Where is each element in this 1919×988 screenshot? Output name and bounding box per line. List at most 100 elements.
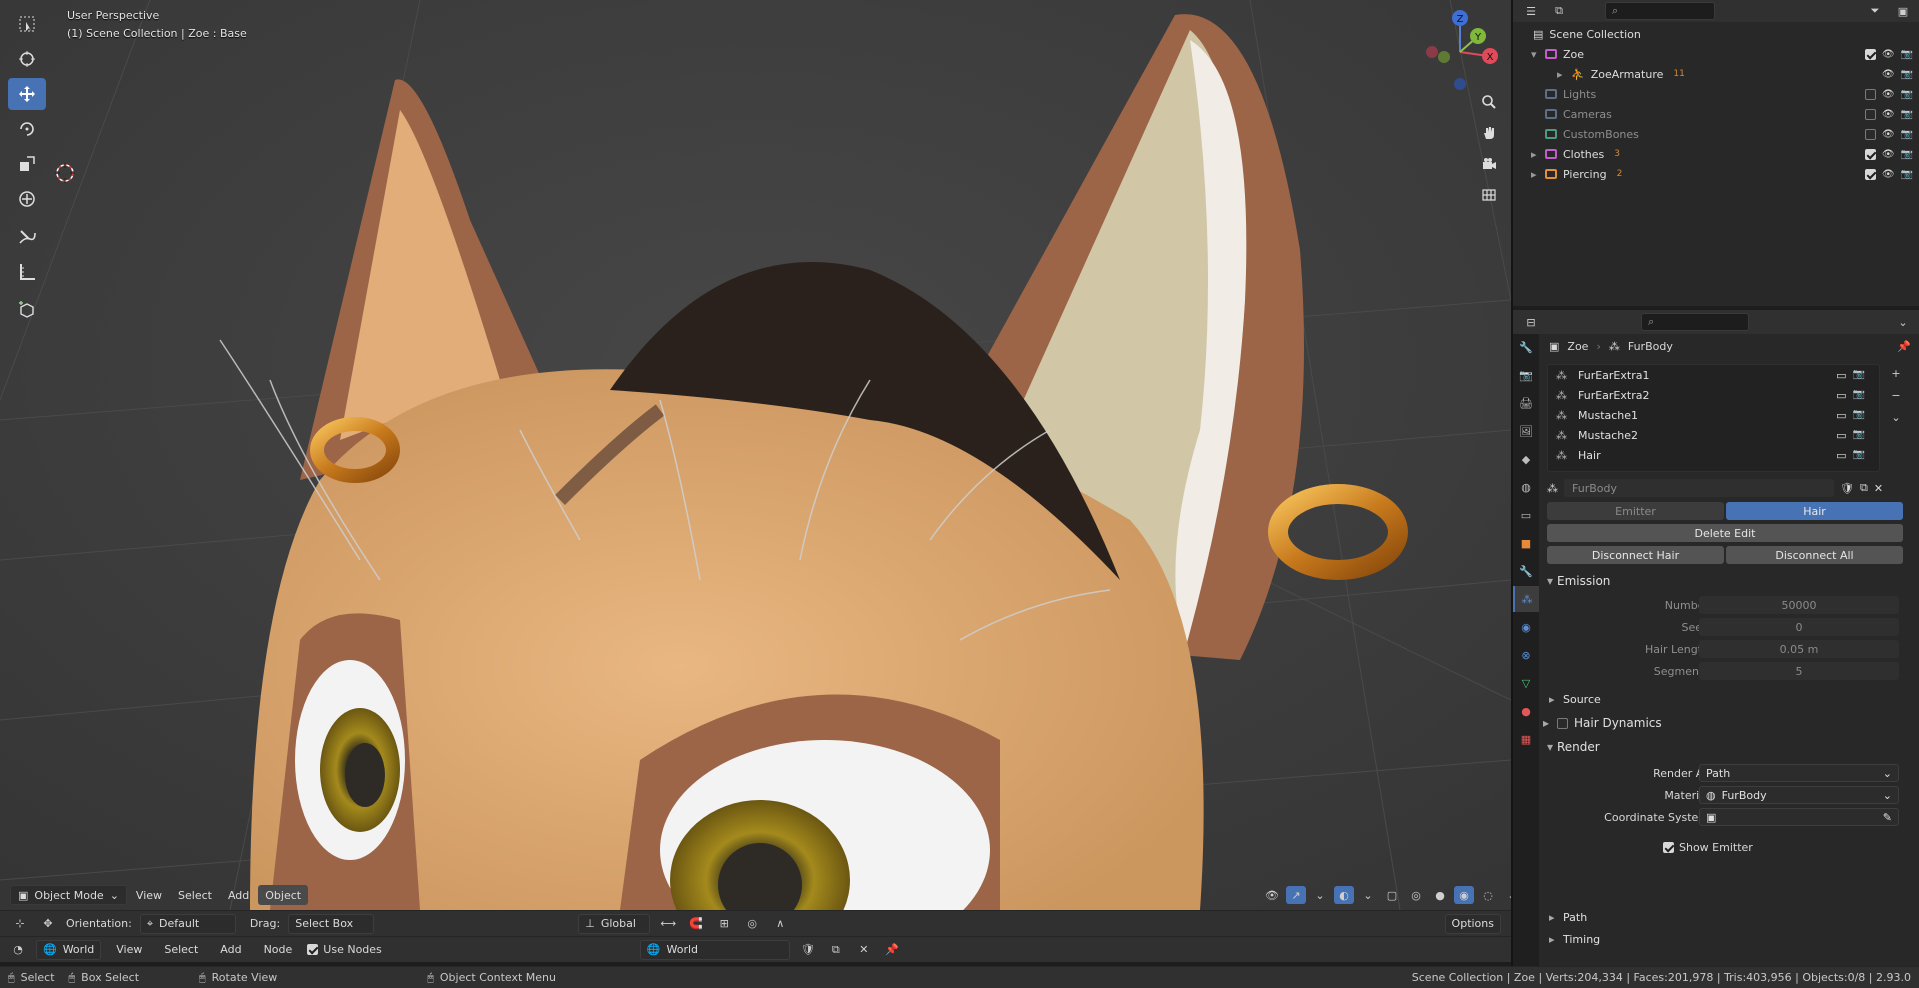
solid-shading-icon[interactable]: ● (1430, 886, 1450, 904)
emission-header[interactable]: ▾ Emission (1543, 570, 1919, 592)
emission-value-field[interactable]: 5 (1699, 662, 1899, 680)
disconnect-hair-button[interactable]: Disconnect Hair (1547, 546, 1724, 564)
shader-menu-add[interactable]: Add (213, 940, 248, 960)
show-viewport-icon[interactable]: ▭ (1836, 409, 1846, 422)
tab-tool[interactable]: 🔧 (1513, 334, 1539, 360)
scale-tool[interactable] (8, 148, 46, 180)
show-emitter-checkbox[interactable] (1663, 841, 1674, 853)
gizmo-dropdown-icon[interactable]: ⌄ (1310, 886, 1330, 904)
use-nodes-checkbox[interactable] (307, 944, 319, 955)
show-viewport-icon[interactable]: ▭ (1836, 429, 1846, 442)
material-shading-icon[interactable]: ◉ (1454, 886, 1474, 904)
emission-value-field[interactable]: 50000 (1699, 596, 1899, 614)
expand-right-icon[interactable]: ▸ (1557, 68, 1571, 81)
particle-system-item[interactable]: ⁂ Mustache1 ▭ 📷 (1548, 405, 1879, 425)
zoom-button[interactable] (1475, 88, 1503, 116)
new-collection-icon[interactable]: ▣ (1893, 2, 1913, 20)
render-camera-icon[interactable]: 📷 (1901, 89, 1913, 100)
shader-menu-view[interactable]: View (109, 940, 149, 960)
filter-icon[interactable]: ⏷ (1865, 2, 1885, 20)
expand-right-icon[interactable]: ▸ (1531, 168, 1545, 181)
wireframe-shading-icon[interactable]: ◎ (1406, 886, 1426, 904)
drag-dropdown[interactable]: Select Box (288, 913, 375, 934)
tab-scene[interactable]: ◆ (1513, 446, 1539, 472)
show-emitter-toggle[interactable]: Show Emitter (1663, 841, 1753, 854)
tab-modifiers[interactable]: 🔧 (1513, 558, 1539, 584)
particle-system-item[interactable]: ⁂ Mustache2 ▭ 📷 (1548, 425, 1879, 445)
tab-particles[interactable]: ⁂ (1513, 586, 1539, 612)
tab-physics[interactable]: ◉ (1513, 614, 1539, 640)
3d-viewport[interactable]: User Perspective (1) Scene Collection | … (0, 0, 1511, 910)
properties-options-icon[interactable]: ⌄ (1893, 313, 1913, 331)
pin-icon[interactable]: 📌 (1897, 340, 1911, 353)
duplicate-settings-icon[interactable]: ⧉ (1860, 481, 1868, 495)
eye-icon[interactable]: 👁 (1882, 169, 1895, 180)
pivot-point-icon[interactable]: ⟷ (658, 915, 678, 933)
outliner-item-zoe[interactable]: ▾ Zoe 👁 📷 (1513, 44, 1919, 64)
tab-data[interactable]: ▽ (1513, 670, 1539, 696)
annotate-tool[interactable] (8, 221, 46, 253)
emission-value-field[interactable]: 0 (1699, 618, 1899, 636)
cursor-tool[interactable] (8, 43, 46, 75)
overlay-dropdown-icon[interactable]: ⌄ (1358, 886, 1378, 904)
eye-icon[interactable]: 👁 (1882, 69, 1895, 80)
particle-system-list[interactable]: ⁂ FurEarExtra1 ▭ 📷 ⁂ FurEarExtra2 ▭ 📷 ⁂ Mustache1… (1547, 364, 1880, 472)
exclude-checkbox[interactable] (1864, 148, 1876, 160)
exclude-checkbox[interactable] (1864, 128, 1876, 140)
pan-button[interactable] (1475, 119, 1503, 147)
tab-collection[interactable]: ▭ (1513, 502, 1539, 528)
render-camera-icon[interactable]: 📷 (1901, 109, 1913, 120)
render-camera-icon[interactable]: 📷 (1901, 129, 1913, 140)
outliner-search-input[interactable]: ⌕ (1605, 2, 1715, 20)
eyedropper-icon[interactable]: ✎ (1883, 811, 1892, 824)
tab-object[interactable]: ■ (1513, 530, 1539, 556)
render-camera-icon[interactable]: 📷 (1901, 49, 1913, 60)
exclude-checkbox[interactable] (1864, 88, 1876, 100)
outliner-item-lights[interactable]: Lights 👁 📷 (1513, 84, 1919, 104)
outliner-item-zoearmature[interactable]: ▸ ⛹ ZoeArmature 11 👁 📷 (1513, 64, 1919, 84)
3d-cursor-icon[interactable] (54, 162, 76, 184)
outliner-root[interactable]: ▤ Scene Collection (1513, 24, 1919, 44)
snap-icon[interactable]: 🧲 (686, 915, 706, 933)
ortho-toggle-button[interactable] (1475, 181, 1503, 209)
render-header[interactable]: ▾ Render (1543, 736, 1919, 758)
menu-object[interactable]: Object (258, 885, 309, 905)
material-dropdown[interactable]: ◍ FurBody ⌄ (1699, 786, 1899, 804)
eye-icon[interactable]: 👁 (1882, 149, 1895, 160)
disconnect-all-button[interactable]: Disconnect All (1726, 546, 1903, 564)
add-cube-tool[interactable] (8, 294, 46, 326)
shading-dropdown-icon[interactable]: ⌄ (1502, 886, 1511, 904)
settings-name-field[interactable]: FurBody (1564, 479, 1834, 497)
timing-subpanel[interactable]: ▸ Timing (1549, 928, 1600, 950)
particle-system-item[interactable]: ⁂ FurEarExtra1 ▭ 📷 (1548, 365, 1879, 385)
tab-constraints[interactable]: ⊗ (1513, 642, 1539, 668)
menu-select[interactable]: Select (171, 885, 219, 905)
properties-type-icon[interactable]: ⊟ (1521, 313, 1541, 331)
shader-menu-node[interactable]: Node (257, 940, 300, 960)
render-as-dropdown[interactable]: Path ⌄ (1699, 764, 1899, 782)
show-render-icon[interactable]: 📷 (1853, 409, 1865, 422)
add-system-icon[interactable]: + (1886, 364, 1906, 382)
display-mode-icon[interactable]: ⧉ (1549, 2, 1569, 20)
transform-tool[interactable] (8, 183, 46, 215)
tab-texture[interactable]: ▦ (1513, 726, 1539, 752)
duplicate-icon[interactable]: ⧉ (826, 941, 846, 959)
menu-view[interactable]: View (129, 885, 169, 905)
tab-world[interactable]: ◍ (1513, 474, 1539, 500)
show-render-icon[interactable]: 📷 (1853, 369, 1865, 382)
snap-target-icon[interactable]: ⊞ (714, 915, 734, 933)
falloff-icon[interactable]: ∧ (770, 915, 790, 933)
type-hair-button[interactable]: Hair (1726, 502, 1903, 520)
outliner-item-piercing[interactable]: ▸ Piercing 2 👁 📷 (1513, 164, 1919, 184)
move-gizmo-icon[interactable]: ✥ (38, 915, 58, 933)
outliner-item-cameras[interactable]: Cameras 👁 📷 (1513, 104, 1919, 124)
emission-value-field[interactable]: 0.05 m (1699, 640, 1899, 658)
transform-pivot-icon[interactable]: ⊹ (10, 915, 30, 933)
source-subpanel[interactable]: ▸ Source (1549, 688, 1601, 710)
unlink-settings-icon[interactable]: ✕ (1874, 482, 1883, 495)
orientation-dropdown[interactable]: ⌖ Default (139, 913, 236, 934)
menu-add[interactable]: Add (221, 885, 256, 905)
path-subpanel[interactable]: ▸ Path (1549, 906, 1587, 928)
shader-menu-select[interactable]: Select (157, 940, 205, 960)
tab-output[interactable]: 🖨 (1513, 390, 1539, 416)
